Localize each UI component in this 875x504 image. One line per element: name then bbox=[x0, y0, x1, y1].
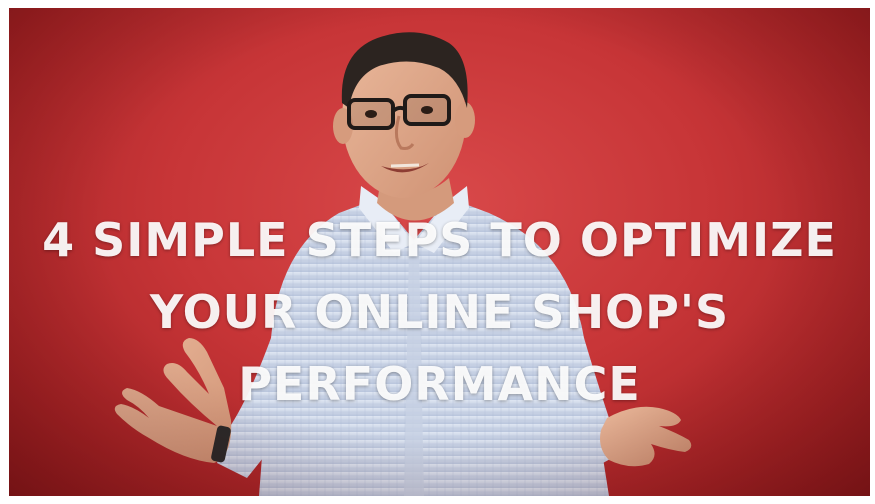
video-title: 4 SIMPLE STEPS TO OPTIMIZE YOUR ONLINE S… bbox=[9, 204, 870, 420]
title-line-1: 4 SIMPLE STEPS TO OPTIMIZE bbox=[42, 213, 837, 267]
title-line-2: YOUR ONLINE SHOP'S bbox=[149, 285, 730, 339]
thumbnail-frame: 4 SIMPLE STEPS TO OPTIMIZE YOUR ONLINE S… bbox=[0, 0, 875, 504]
title-line-3: PERFORMANCE bbox=[238, 357, 641, 411]
video-thumbnail[interactable]: 4 SIMPLE STEPS TO OPTIMIZE YOUR ONLINE S… bbox=[9, 8, 870, 496]
